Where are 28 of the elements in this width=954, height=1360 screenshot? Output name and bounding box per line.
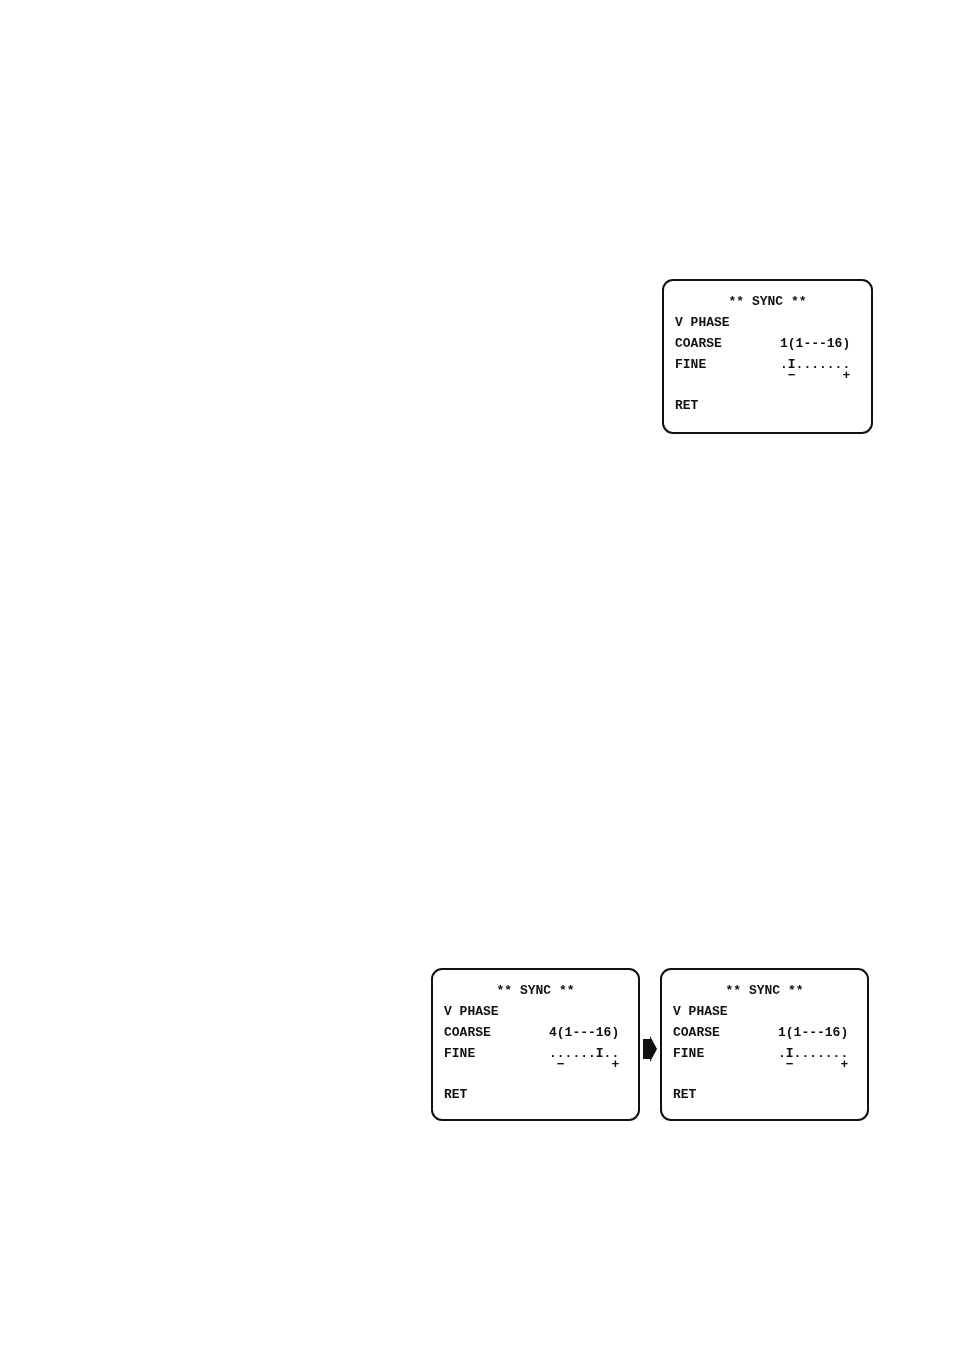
menu-label: COARSE bbox=[675, 335, 723, 353]
menu-title: ** SYNC ** bbox=[495, 982, 576, 1000]
menu-label: COARSE bbox=[444, 1024, 492, 1042]
fine-scale: .I....... bbox=[778, 1046, 849, 1061]
menu-value: 4(1---16) bbox=[549, 1024, 620, 1042]
return-label: RET bbox=[673, 1086, 698, 1104]
menu-title: ** SYNC ** bbox=[724, 982, 805, 1000]
fine-scale: .I....... bbox=[780, 357, 851, 372]
menu-label: FINE bbox=[673, 1045, 706, 1063]
return-label: RET bbox=[675, 397, 700, 415]
fine-scale: ......I.. bbox=[549, 1046, 620, 1061]
minus-sign: − bbox=[785, 1061, 794, 1069]
plus-sign: + bbox=[842, 372, 851, 380]
minus-sign: − bbox=[556, 1061, 565, 1069]
menu-label: COARSE bbox=[673, 1024, 721, 1042]
minus-sign: − bbox=[787, 372, 796, 380]
menu-heading: V PHASE bbox=[444, 1003, 500, 1021]
menu-heading: V PHASE bbox=[673, 1003, 729, 1021]
menu-label: FINE bbox=[675, 356, 708, 374]
menu-title: ** SYNC ** bbox=[727, 293, 808, 311]
menu-heading: V PHASE bbox=[675, 314, 731, 332]
menu-value: 1(1---16) bbox=[778, 1024, 849, 1042]
menu-label: FINE bbox=[444, 1045, 477, 1063]
menu-value: 1(1---16) bbox=[780, 335, 851, 353]
return-label: RET bbox=[444, 1086, 469, 1104]
plus-sign: + bbox=[840, 1061, 849, 1069]
right-arrow-icon bbox=[643, 1035, 657, 1062]
plus-sign: + bbox=[611, 1061, 620, 1069]
